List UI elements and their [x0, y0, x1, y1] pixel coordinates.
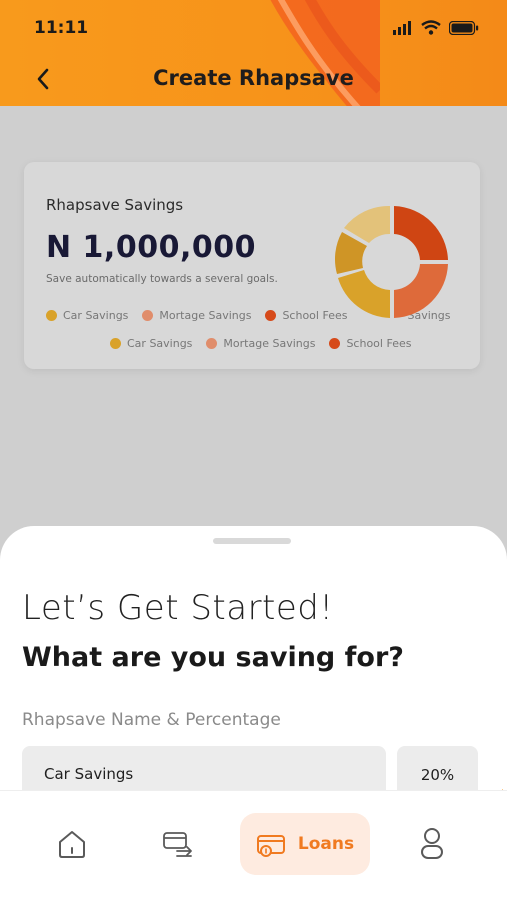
savings-summary-card: Rhapsave Savings N 1,000,000 Save automa… [24, 162, 480, 369]
loans-icon [256, 835, 285, 857]
page-title: Create Rhapsave [153, 66, 354, 90]
legend-label: Car Savings [63, 309, 129, 322]
status-bar: 11:11 [0, 0, 507, 56]
legend-dot [265, 310, 277, 321]
sheet-greeting: Let’s Get Started! [22, 588, 334, 628]
legend-dot [329, 338, 341, 349]
legend-label: School Fees [346, 337, 412, 350]
status-icons [393, 20, 479, 35]
legend-item: School Fees [329, 337, 411, 350]
savings-subtitle: Save automatically towards a several goa… [46, 273, 278, 285]
savings-percentage-input[interactable]: 20% [397, 746, 478, 794]
wifi-icon [421, 20, 441, 35]
donut-segment-school-fees [394, 206, 448, 260]
sheet-question: What are you saving for? [22, 642, 404, 673]
name-percentage-label: Rhapsave Name & Percentage [22, 710, 281, 730]
savings-amount: N 1,000,000 [46, 230, 256, 265]
donut-segment-car-savings [338, 270, 390, 318]
nav-profile[interactable] [404, 813, 460, 875]
status-time: 11:11 [34, 18, 89, 38]
savings-name-input[interactable]: Car Savings [22, 746, 386, 794]
bottom-navigation: Loans [0, 790, 507, 900]
savings-donut-chart [334, 205, 448, 318]
nav-loans[interactable]: Loans [240, 813, 370, 875]
legend-label: Mortage Savings [223, 337, 316, 350]
battery-icon [449, 20, 479, 35]
legend-item: Car Savings [46, 309, 128, 322]
legend-dot [110, 338, 121, 349]
profile-icon [421, 828, 443, 859]
legend-dot [206, 338, 218, 349]
legend-row-2: Car Savings Mortage Savings School Fees [110, 337, 411, 350]
savings-label: Rhapsave Savings [46, 196, 184, 214]
legend-label: Mortage Savings [159, 309, 252, 322]
signal-icon [393, 20, 411, 35]
legend-item: Mortage Savings [142, 309, 251, 322]
sheet-drag-handle[interactable] [213, 538, 291, 544]
legend-dot [46, 310, 57, 321]
home-icon [59, 831, 85, 858]
transfer-card-icon [163, 832, 192, 857]
nav-home[interactable] [44, 813, 100, 875]
legend-label: Car Savings [127, 337, 193, 350]
app-header: 11:11 Create Rhapsave [0, 0, 507, 106]
nav-transfers[interactable] [150, 813, 206, 875]
nav-loans-label: Loans [297, 834, 355, 854]
legend-item: Mortage Savings [206, 337, 315, 350]
legend-dot [142, 310, 154, 321]
legend-item: Car Savings [110, 337, 192, 350]
donut-segment-mortage-savings [394, 264, 448, 318]
